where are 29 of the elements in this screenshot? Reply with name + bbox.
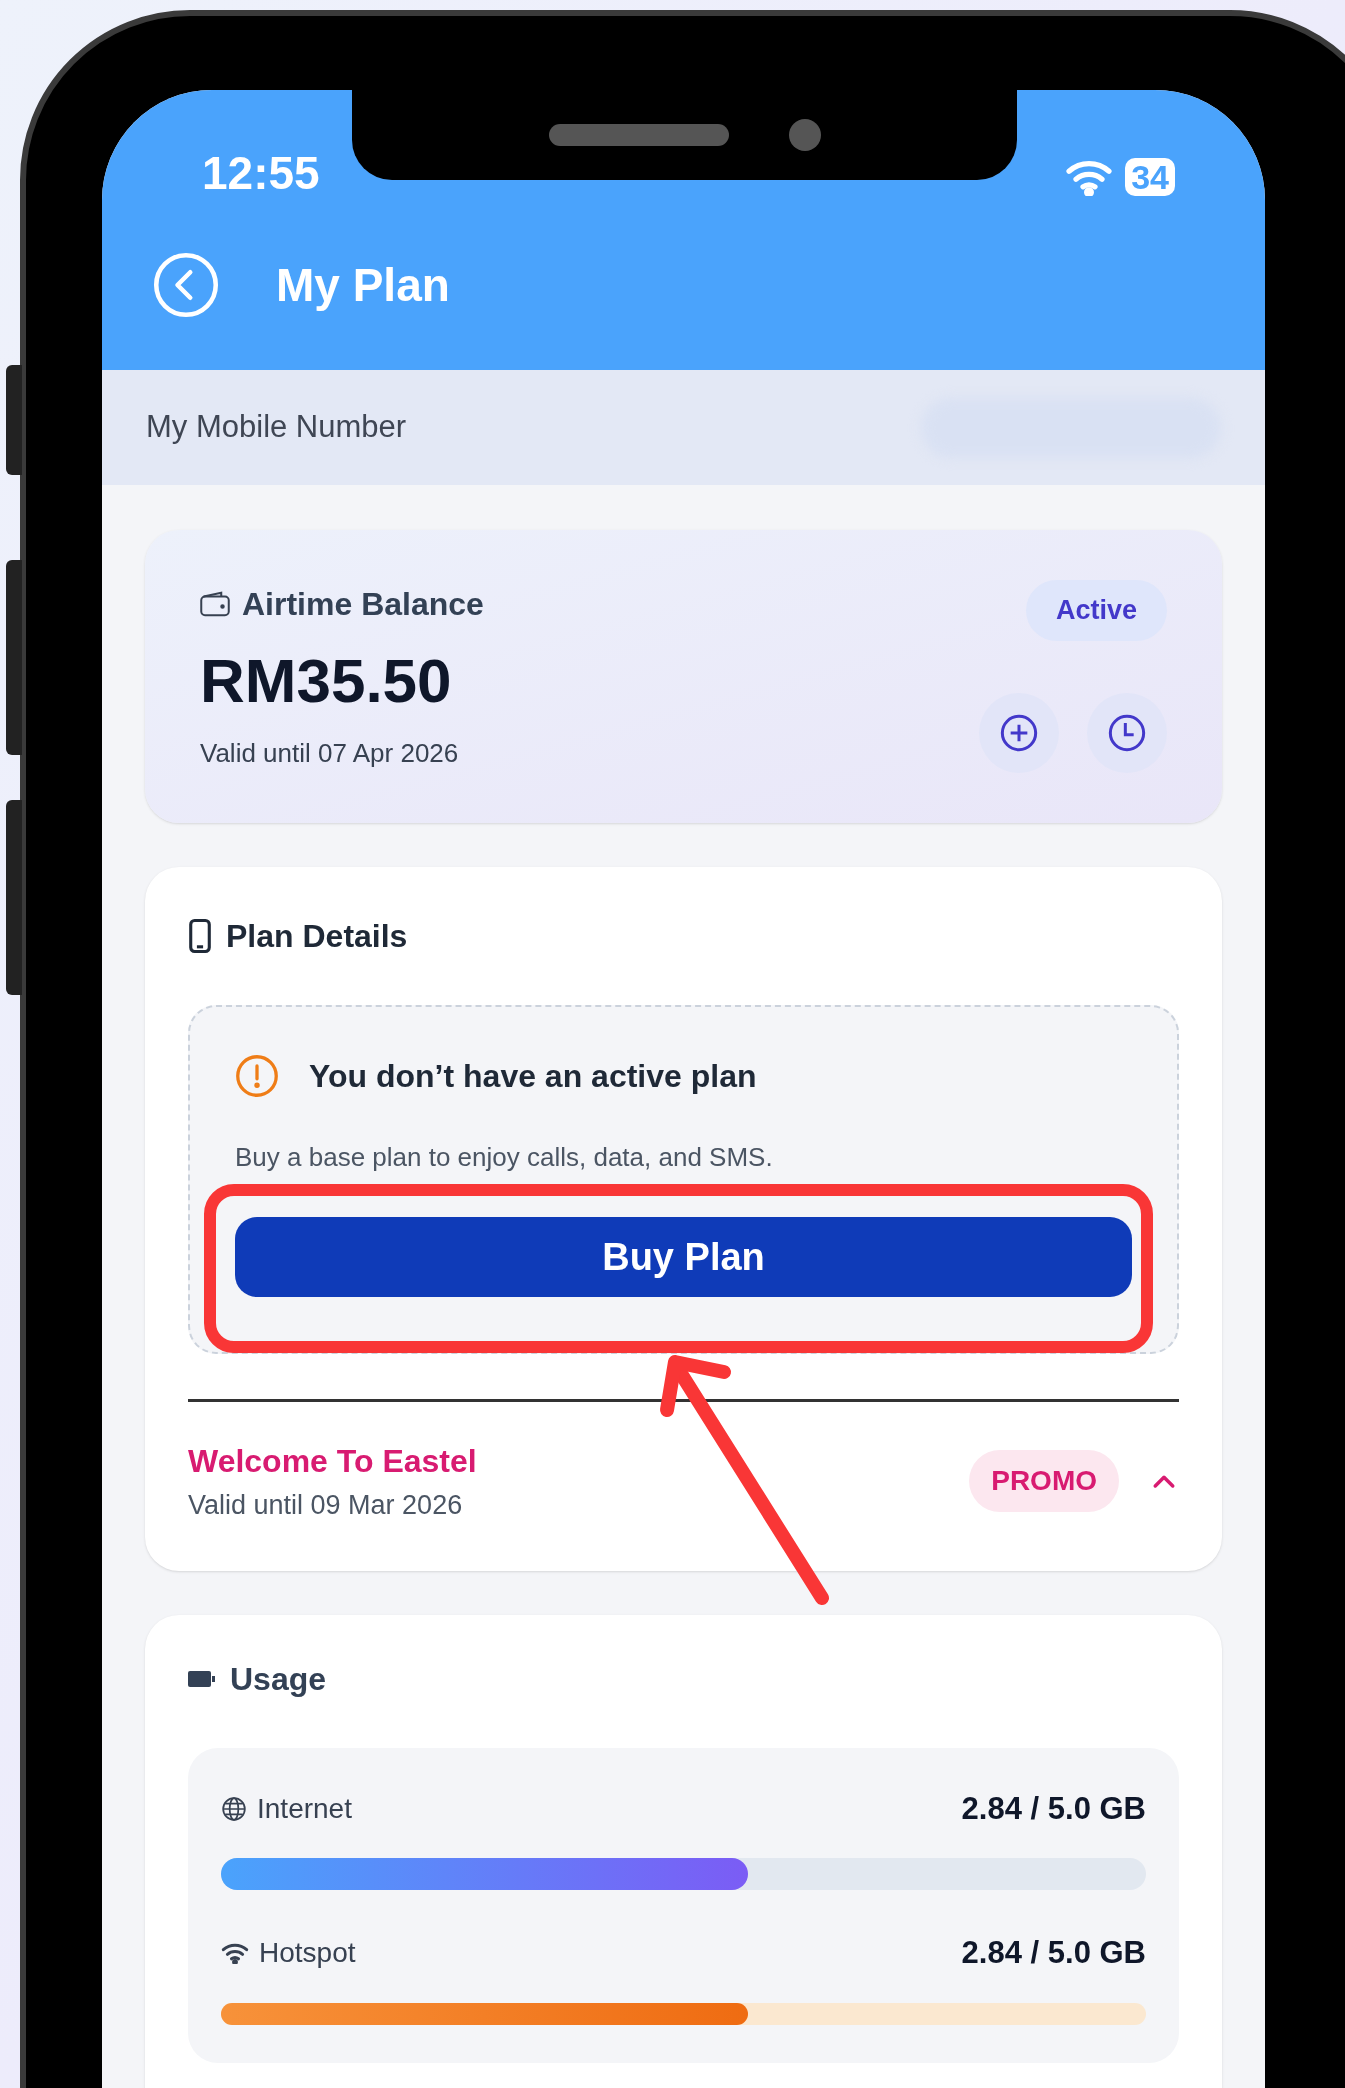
wallet-icon bbox=[200, 591, 230, 617]
notice-message: Buy a base plan to enjoy calls, data, and SMS. bbox=[235, 1141, 774, 1174]
usage-label: Hotspot bbox=[259, 1936, 356, 1971]
plan-details-title: Plan Details bbox=[226, 917, 408, 956]
balance-amount: RM35.50 bbox=[200, 650, 453, 712]
promo-validity: Valid until 09 Mar 2026 bbox=[188, 1489, 464, 1522]
battery-icon bbox=[188, 1668, 216, 1689]
plus-icon bbox=[999, 713, 1039, 753]
status-badge: Active bbox=[1025, 580, 1167, 641]
back-icon[interactable] bbox=[152, 251, 220, 319]
usage-title: Usage bbox=[230, 1659, 327, 1699]
usage-reading: 2.84 / 5.0 GB bbox=[961, 1789, 1146, 1828]
buy-plan-button[interactable]: Buy Plan bbox=[235, 1217, 1132, 1297]
battery-level: 34 bbox=[1125, 157, 1175, 196]
mobile-number-label: My Mobile Number bbox=[146, 408, 407, 447]
globe-icon bbox=[221, 1795, 247, 1822]
notice-title: You don’t have an active plan bbox=[309, 1057, 757, 1096]
promo-name: Welcome To Eastel bbox=[188, 1442, 477, 1481]
phone-icon bbox=[188, 919, 212, 953]
usage-label: Internet bbox=[257, 1791, 352, 1826]
promo-badge: PROMO bbox=[969, 1450, 1119, 1513]
clock-icon bbox=[1107, 713, 1147, 753]
balance-validity: Valid until 07 Apr 2026 bbox=[200, 737, 460, 770]
status-time: 12:55 bbox=[202, 150, 320, 196]
airtime-title: Airtime Balance bbox=[242, 585, 484, 624]
page-title: My Plan bbox=[276, 257, 450, 313]
usage-reading: 2.84 / 5.0 GB bbox=[961, 1934, 1146, 1972]
warning-icon bbox=[235, 1054, 279, 1098]
hotspot-icon bbox=[221, 1942, 249, 1965]
